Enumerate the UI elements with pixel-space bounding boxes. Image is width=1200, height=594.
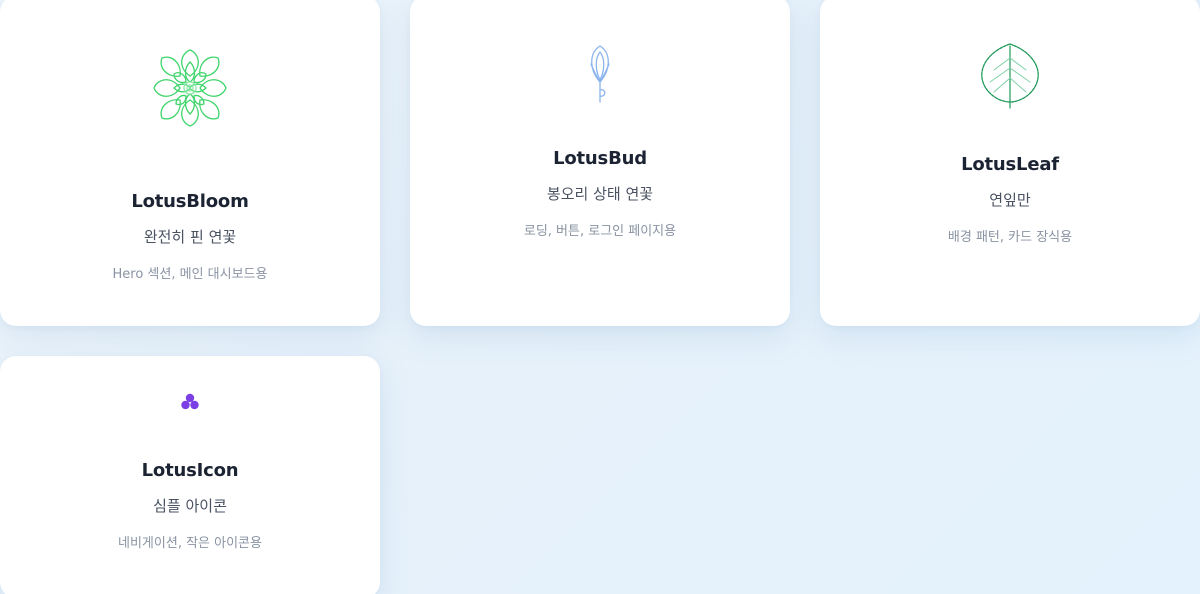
card-subtitle: 심플 아이콘 <box>153 497 227 515</box>
card-subtitle: 완전히 핀 연꽃 <box>143 228 237 246</box>
lotus-leaf-icon <box>978 40 1042 110</box>
card-lotus-bud[interactable]: LotusBud 봉오리 상태 연꽃 로딩, 버튼, 로그인 페이지용 <box>410 0 790 326</box>
card-description: 로딩, 버튼, 로그인 페이지용 <box>523 224 677 239</box>
card-title: LotusLeaf <box>961 154 1059 175</box>
lotus-bud-icon <box>580 42 620 106</box>
card-subtitle: 봉오리 상태 연꽃 <box>546 185 654 203</box>
card-lotus-bloom[interactable]: LotusBloom 완전히 핀 연꽃 Hero 섹션, 메인 대시보드용 <box>0 0 380 326</box>
card-subtitle: 연잎만 <box>989 191 1031 209</box>
card-lotus-icon[interactable]: LotusIcon 심플 아이콘 네비게이션, 작은 아이콘용 <box>0 356 380 594</box>
card-description: Hero 섹션, 메인 대시보드용 <box>112 267 268 282</box>
lotus-bloom-icon <box>150 46 230 130</box>
card-description: 배경 패턴, 카드 장식용 <box>947 230 1073 245</box>
card-title: LotusBloom <box>131 191 249 212</box>
card-title: LotusBud <box>553 148 647 169</box>
card-lotus-leaf[interactable]: LotusLeaf 연잎만 배경 패턴, 카드 장식용 <box>820 0 1200 326</box>
lotus-icon <box>178 390 202 414</box>
card-description: 네비게이션, 작은 아이콘용 <box>118 536 262 551</box>
card-title: LotusIcon <box>141 460 239 481</box>
